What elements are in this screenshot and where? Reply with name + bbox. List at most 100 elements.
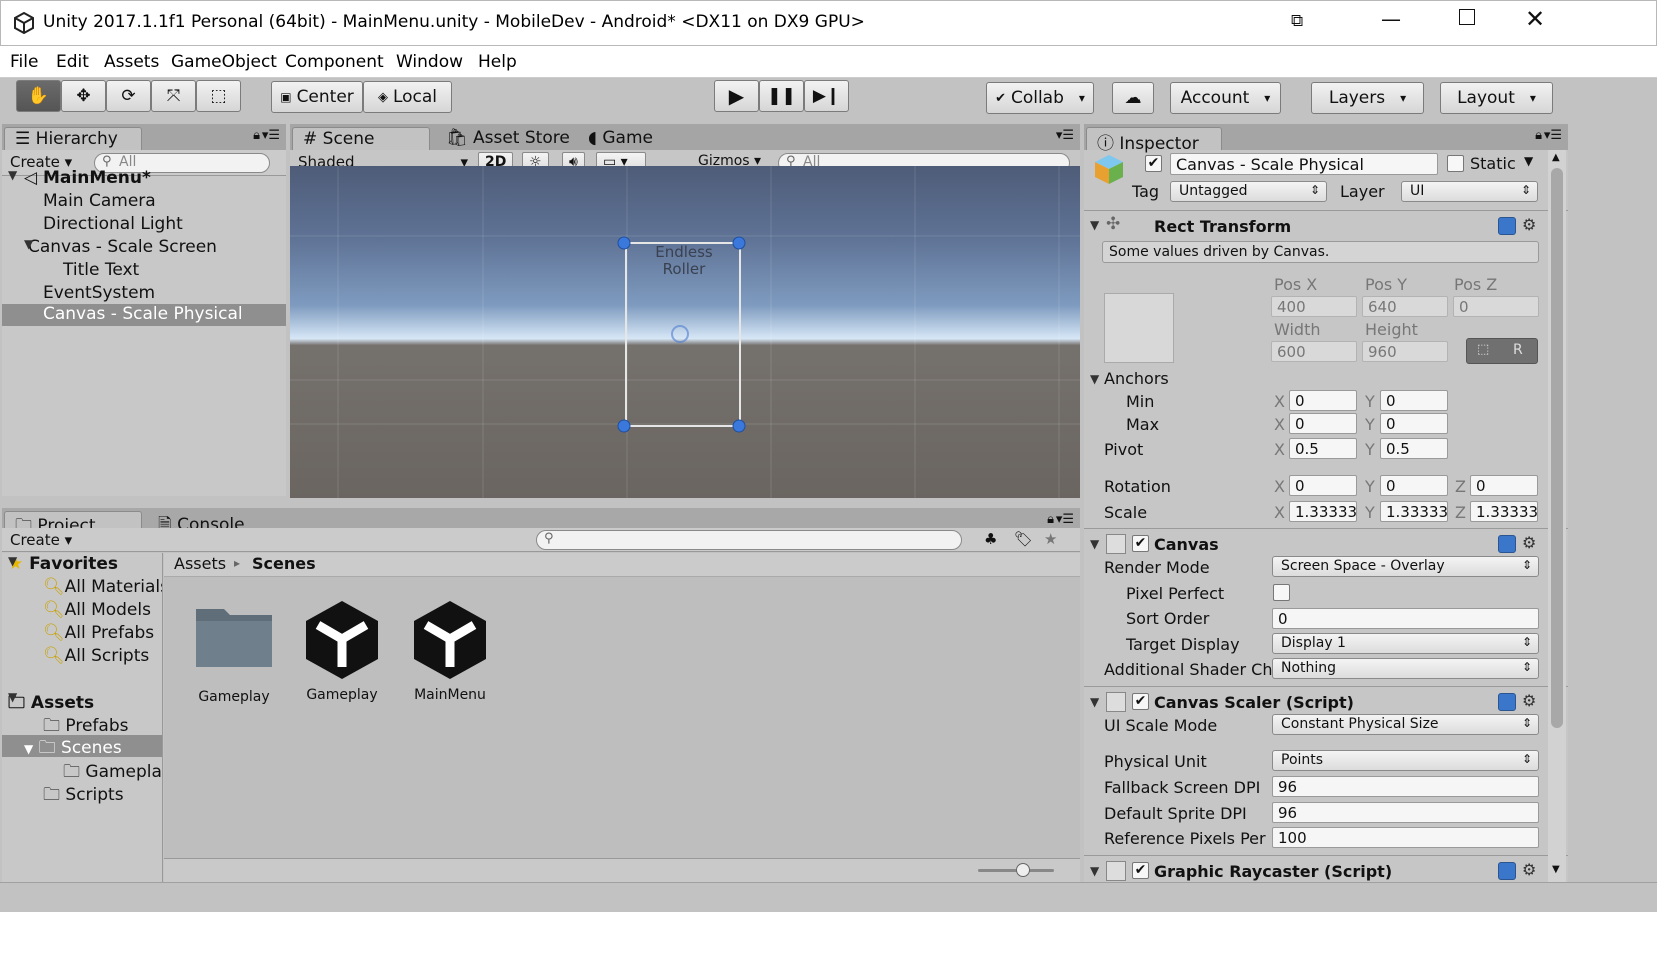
blueprint-raw-toggle[interactable]: ⬚ R [1466,338,1538,364]
scene-root[interactable]: ▼ ◁ MainMenu* [8,168,286,188]
rotation-z-input[interactable]: 0 [1470,475,1538,496]
hierarchy-item-title-text[interactable]: Title Text [63,260,139,280]
tab-inspector[interactable]: ⓘ Inspector [1086,127,1222,154]
favorite-all-scripts[interactable]: 🔍︎All Scripts [43,646,149,666]
rotation-y-input[interactable]: 0 [1380,475,1448,496]
layers-dropdown[interactable]: Layers [1311,82,1424,114]
menu-gameobject[interactable]: GameObject [171,52,277,72]
rotate-tool-button[interactable]: ⟳ [106,80,151,112]
rect-tool-button[interactable]: ⬚ [196,80,241,112]
reference-pixels-input[interactable]: 100 [1272,827,1539,848]
hierarchy-item-canvas-scale-screen[interactable]: ▼ Canvas - Scale Screen [24,237,217,257]
anchor-max-x-input[interactable]: 0 [1289,413,1357,434]
filter-label-icon[interactable]: 🏷︎ [1014,530,1033,548]
favorite-star-icon[interactable]: ★ [1044,530,1057,548]
scene-viewport[interactable]: Endless Roller [290,166,1080,498]
favorite-all-prefabs[interactable]: 🔍︎All Prefabs [43,623,154,643]
anchor-min-y-input[interactable]: 0 [1380,390,1448,411]
object-name-input[interactable]: Canvas - Scale Physical [1170,153,1438,175]
pixel-perfect-checkbox[interactable] [1273,584,1290,601]
fallback-dpi-input[interactable]: 96 [1272,776,1539,797]
rotation-x-input[interactable]: 0 [1289,475,1357,496]
hierarchy-item-eventsystem[interactable]: EventSystem [43,283,155,303]
anchors-foldout-icon[interactable]: ▼ [1090,372,1099,386]
pos-z-input[interactable]: 0 [1453,296,1539,317]
scrollbar-thumb[interactable] [1551,168,1563,728]
tab-scene[interactable]: # Scene [292,127,430,150]
menu-assets[interactable]: Assets [104,52,159,72]
step-button[interactable]: ▶❙ [804,80,849,112]
layout-dropdown[interactable]: Layout [1440,82,1553,114]
scale-y-input[interactable]: 1.33333 [1380,501,1448,522]
hierarchy-item-canvas-scale-physical[interactable]: Canvas - Scale Physical [2,304,286,326]
width-input[interactable]: 600 [1271,341,1357,362]
anchor-max-y-input[interactable]: 0 [1380,413,1448,434]
panel-menu-icon[interactable]: ▾☰ [1056,512,1074,527]
pos-x-input[interactable]: 400 [1271,296,1357,317]
static-checkbox[interactable] [1447,155,1464,172]
pause-button[interactable]: ❚❚ [759,80,804,112]
height-input[interactable]: 960 [1362,341,1448,362]
favorites-header[interactable]: ▼ ★ Favorites [8,554,118,574]
asset-scene-gameplay[interactable]: Gameplay [294,597,390,703]
menu-component[interactable]: Component [285,52,384,72]
project-create-button[interactable]: Create ▾ [10,531,72,549]
additional-shader-dropdown[interactable]: Nothing [1272,658,1539,679]
cloud-button[interactable]: ☁ [1112,82,1154,114]
tab-asset-store[interactable]: 🛍︎ Asset Store [436,127,580,150]
help-book-icon[interactable] [1498,217,1516,235]
pos-y-input[interactable]: 640 [1362,296,1448,317]
physical-unit-dropdown[interactable]: Points [1272,750,1539,771]
scale-x-input[interactable]: 1.33333 [1289,501,1357,522]
tag-dropdown[interactable]: Untagged [1170,181,1327,202]
account-dropdown[interactable]: Account [1170,82,1281,114]
minimize-button[interactable]: — [1381,7,1401,31]
hierarchy-item-directional-light[interactable]: Directional Light [43,214,183,234]
hand-tool-button[interactable]: ✋ [16,80,61,112]
restore-layout-icon[interactable]: ⧉ [1291,11,1303,31]
scroll-up-icon[interactable]: ▲ [1552,152,1560,163]
breadcrumb-scenes[interactable]: Scenes [252,554,316,573]
pivot-center-toggle[interactable]: ▣ Center [271,81,363,113]
help-book-icon[interactable] [1498,862,1516,880]
close-button[interactable]: ✕ [1525,5,1545,33]
sort-order-input[interactable]: 0 [1272,608,1539,629]
scroll-down-icon[interactable]: ▼ [1552,864,1560,875]
canvas-scaler-enabled-checkbox[interactable]: ✔ [1132,693,1149,710]
gear-icon[interactable]: ⚙ [1522,533,1536,552]
active-checkbox[interactable]: ✔ [1145,155,1162,172]
menu-help[interactable]: Help [478,52,517,72]
scale-tool-button[interactable]: ⤧ [151,80,196,112]
lock-icon[interactable]: 🔒︎ [1047,512,1054,527]
rect-transform-header[interactable]: ▼ ✣ Rect Transform ⚙ [1084,210,1568,242]
tab-hierarchy[interactable]: ☰ Hierarchy [4,127,142,150]
inspector-scrollbar[interactable]: ▲ ▼ [1548,150,1566,882]
folder-scripts[interactable]: 🗀 Scripts [43,782,124,811]
layer-dropdown[interactable]: UI [1401,181,1538,202]
favorite-all-models[interactable]: 🔍︎All Models [43,600,151,620]
hierarchy-item-main-camera[interactable]: Main Camera [43,191,156,211]
filter-type-icon[interactable]: ♣ [984,530,997,548]
project-search-input[interactable] [536,530,962,550]
breadcrumb-assets[interactable]: Assets [174,554,226,573]
panel-menu-icon[interactable]: ▾☰ [1056,128,1074,143]
render-mode-dropdown[interactable]: Screen Space - Overlay [1272,556,1539,577]
collab-dropdown[interactable]: ✔ Collab [986,82,1094,114]
panel-menu-icon[interactable]: ▾☰ [262,128,280,143]
help-book-icon[interactable] [1498,535,1516,553]
asset-scene-mainmenu[interactable]: MainMenu [402,597,498,703]
pivot-x-input[interactable]: 0.5 [1289,438,1357,459]
canvas-enabled-checkbox[interactable]: ✔ [1132,535,1149,552]
gear-icon[interactable]: ⚙ [1522,691,1536,710]
sprite-dpi-input[interactable]: 96 [1272,802,1539,823]
anchor-min-x-input[interactable]: 0 [1289,390,1357,411]
target-display-dropdown[interactable]: Display 1 [1272,633,1539,654]
anchor-preset-button[interactable] [1104,293,1174,363]
folder-scenes[interactable]: ▼ 🗀 Scenes [2,735,162,758]
help-book-icon[interactable] [1498,693,1516,711]
gear-icon[interactable]: ⚙ [1522,215,1536,234]
asset-folder-gameplay[interactable]: Gameplay [186,601,282,705]
space-local-toggle[interactable]: ◈ Local [363,81,452,113]
move-tool-button[interactable]: ✥ [61,80,106,112]
lock-icon[interactable]: 🔒︎ [253,128,260,143]
